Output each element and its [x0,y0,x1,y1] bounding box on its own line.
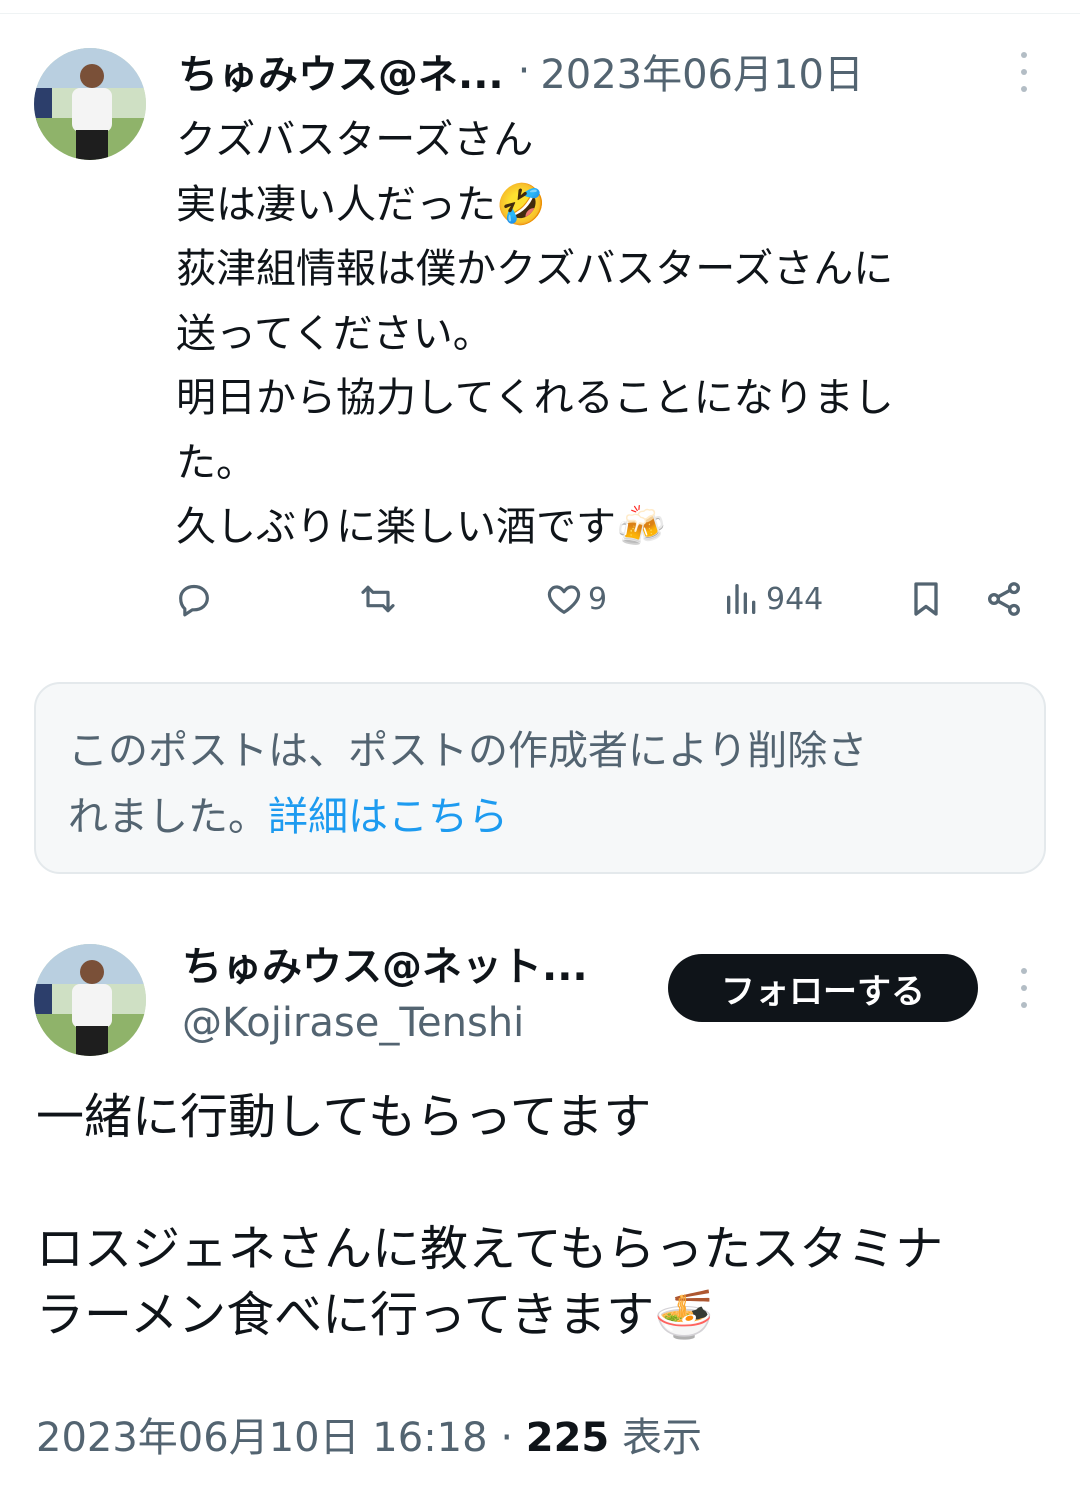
more-options-icon[interactable] [1014,52,1034,92]
tweet-line: 荻津組情報は僕かクズバスターズさんに [176,246,894,292]
tweet-line [36,1150,1056,1216]
more-options-icon[interactable] [1014,968,1034,1008]
follow-button[interactable]: フォローする [668,954,978,1022]
tweet-line: 送ってください。 [176,310,493,357]
tweet-actions: 9 944 [174,572,1034,626]
views-count: 944 [766,581,824,617]
share-icon [988,582,1020,616]
retweet-button[interactable] [358,572,398,626]
tweet-meta: 2023年06月10日 16:18 · 225 表示 [36,1410,702,1466]
bookmark-icon [914,582,938,616]
tweet-text: 一緒に行動してもらってます ロスジェネさんに教えてもらったスタミナ ラーメン食べ… [36,1084,1056,1348]
author-avatar[interactable] [34,48,146,160]
bar-chart-icon [727,584,756,614]
deleted-notice-line: れました。詳細はこちら [68,784,1012,850]
views-label: 表示 [621,1415,702,1461]
top-divider [0,0,1080,14]
tweet-line: 実は凄い人だった🤣 [176,181,546,228]
tweet-line: クズバスターズさん [176,117,534,163]
like-count: 9 [588,581,608,617]
author-name[interactable]: ちゅみウス@ネ... [178,42,504,100]
tweet-line: 明日から協力してくれることになりまし [176,375,894,421]
deleted-notice-text: れました。 [68,794,268,840]
tweet-date[interactable]: 2023年06月10日 [540,42,864,100]
reply-icon [179,584,209,617]
learn-more-link[interactable]: 詳細はこちら [268,794,508,840]
views-button[interactable]: 944 [722,572,823,626]
tweet-line: 一緒に行動してもらってます [36,1089,652,1145]
author-name[interactable]: ちゅみウス@ネット... [182,940,588,994]
deleted-notice-line: このポストは、ポストの作成者により削除さ [68,728,868,774]
bookmark-button[interactable] [906,572,946,626]
tweet-line: ラーメン食べに行ってきます🍜 [36,1287,715,1343]
avatar-photo [34,48,146,160]
share-button[interactable] [984,572,1024,626]
retweet-icon [361,585,395,613]
author-avatar[interactable] [34,944,146,1056]
tweet-line: ロスジェネさんに教えてもらったスタミナ [36,1221,944,1277]
avatar-photo [34,944,146,1056]
header-separator: · [517,48,531,94]
tweet-timestamp[interactable]: 2023年06月10日 16:18 [36,1415,488,1461]
tweet-text: クズバスターズさん 実は凄い人だった🤣 荻津組情報は僕かクズバスターズさんに 送… [176,108,1026,560]
tweet-line: 久しぶりに楽しい酒です🍻 [176,504,666,550]
tweet-line: た。 [176,439,256,486]
deleted-post-notice: このポストは、ポストの作成者により削除さ れました。詳細はこちら [34,682,1046,874]
heart-icon [547,585,581,614]
author-handle[interactable]: @Kojirase_Tenshi [182,996,524,1050]
like-button[interactable]: 9 [544,572,607,626]
views-count: 225 [525,1415,610,1461]
reply-button[interactable] [174,572,214,626]
tweet-header: ちゅみウス@ネ... · 2023年06月10日 [178,44,864,98]
meta-separator: · [500,1415,514,1461]
